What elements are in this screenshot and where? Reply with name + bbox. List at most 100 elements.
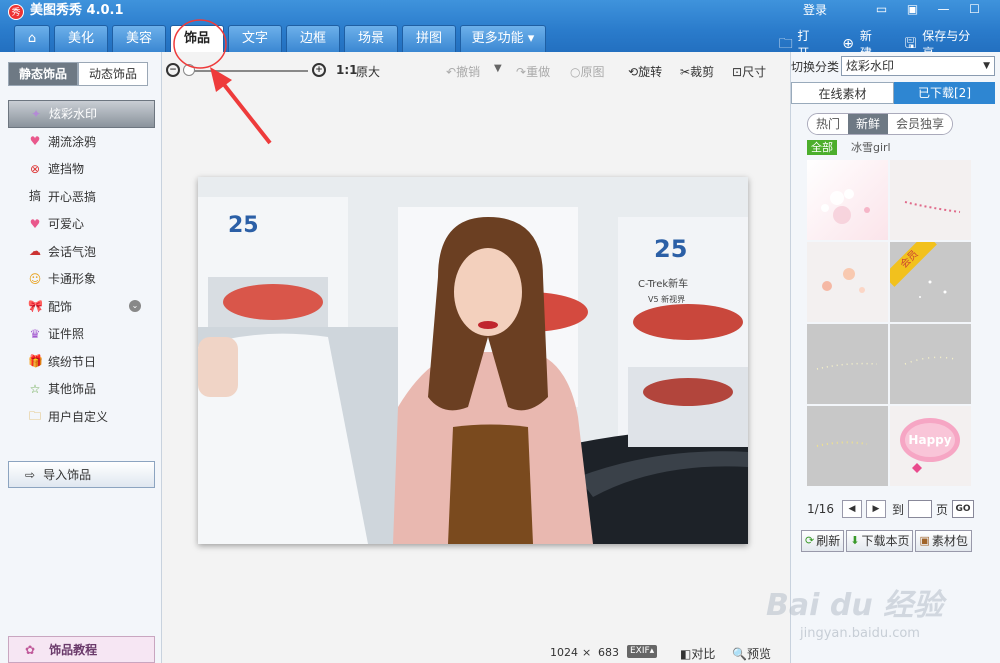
- paw-icon: ✿: [25, 642, 36, 657]
- skin-icon[interactable]: ▣: [901, 0, 924, 18]
- category-item[interactable]: 🗀 用户自定义: [8, 403, 155, 431]
- tab-6[interactable]: 场景: [344, 25, 398, 52]
- tab-2[interactable]: 美容: [112, 25, 166, 52]
- material-thumbnail[interactable]: 会员: [890, 242, 971, 322]
- tab-3[interactable]: 饰品: [170, 25, 224, 52]
- tab-5[interactable]: 边框: [286, 25, 340, 52]
- app-logo: 秀: [8, 4, 24, 20]
- material-grid: 会员 Happy: [807, 160, 971, 486]
- resize-button[interactable]: ⊡ 尺寸: [732, 63, 766, 80]
- category-item[interactable]: ☆ 其他饰品: [8, 375, 155, 403]
- category-label: 证件照: [48, 327, 85, 342]
- tab-online-materials[interactable]: 在线素材: [791, 82, 894, 104]
- material-thumbnail[interactable]: [807, 324, 888, 404]
- banner-sub: V5 新视界: [648, 294, 685, 304]
- preview-button[interactable]: 🔍预览: [732, 645, 771, 662]
- package-icon: ▣: [919, 534, 930, 547]
- photo-canvas[interactable]: 25 25 C-Trek新车 V5 新视界: [198, 177, 748, 544]
- category-item[interactable]: ☁ 会话气泡: [8, 238, 155, 266]
- accessory-type-tabs: 静态饰品 动态饰品: [8, 62, 148, 86]
- material-tabs: 在线素材 已下载[2]: [791, 82, 995, 104]
- redo-button[interactable]: ↷ 重做: [516, 63, 550, 80]
- zoom-in-icon[interactable]: +: [312, 63, 326, 77]
- category-icon: ☺: [28, 271, 42, 286]
- category-label: 会话气泡: [48, 244, 97, 259]
- maximize-icon[interactable]: ☐: [963, 0, 986, 18]
- plus-circle-icon: ⊕: [842, 36, 854, 52]
- prev-page-button[interactable]: ◀: [841, 500, 862, 518]
- next-page-button[interactable]: ▶: [865, 500, 886, 518]
- original-size-button[interactable]: 原大: [356, 63, 380, 80]
- times-sign: ×: [582, 646, 592, 659]
- tab-1[interactable]: 美化: [54, 25, 108, 52]
- zoom-out-icon[interactable]: −: [166, 63, 180, 77]
- accessory-tutorial-button[interactable]: ✿ 饰品教程: [8, 636, 155, 663]
- category-item[interactable]: ✦ 炫彩水印: [8, 100, 155, 128]
- category-label: 卡通形象: [48, 272, 97, 287]
- compare-button[interactable]: ◧对比: [680, 645, 715, 662]
- material-thumbnail[interactable]: [890, 160, 971, 240]
- circle-icon: ○: [570, 64, 581, 79]
- zoom-slider-knob[interactable]: [183, 64, 195, 76]
- tab-animated-accessories[interactable]: 动态饰品: [78, 62, 148, 86]
- refresh-button[interactable]: ⟳ 刷新: [801, 530, 845, 552]
- close-icon[interactable]: ✕: [994, 0, 1000, 18]
- category-label: 其他饰品: [48, 382, 97, 397]
- category-item[interactable]: 搞开心恶搞: [8, 183, 155, 211]
- category-label: 潮流涂鸦: [48, 134, 97, 149]
- material-package-button[interactable]: ▣ 素材包: [915, 530, 972, 552]
- undo-dropdown-icon[interactable]: ▼: [494, 63, 502, 74]
- baidu-watermark: Bai du 经验: [766, 588, 944, 623]
- tab-home[interactable]: ⌂: [14, 25, 50, 52]
- folder-icon: 🗀: [778, 36, 793, 52]
- pill-member-only[interactable]: 会员独享: [888, 114, 953, 134]
- tab-static-accessories[interactable]: 静态饰品: [8, 62, 78, 86]
- category-item[interactable]: 🎀 配饰 ⌄: [8, 293, 155, 321]
- tab-7[interactable]: 拼图: [402, 25, 456, 52]
- original-image-button[interactable]: ○ 原图: [570, 63, 605, 80]
- pill-new[interactable]: 新鲜: [848, 114, 889, 134]
- material-thumbnail[interactable]: Happy: [890, 406, 971, 486]
- tab-downloaded[interactable]: 已下载[2]: [894, 82, 995, 104]
- go-button[interactable]: GO: [951, 500, 974, 518]
- import-accessory-button[interactable]: ⇨ 导入饰品: [8, 461, 155, 488]
- category-label: 缤纷节日: [48, 354, 97, 369]
- minimize-icon[interactable]: —: [932, 0, 955, 18]
- goto-label: 到: [891, 502, 904, 517]
- category-item[interactable]: ♛ 证件照: [8, 320, 155, 348]
- crop-button[interactable]: ✂ 裁剪: [680, 63, 714, 80]
- category-item[interactable]: ♥ 可爱心: [8, 210, 155, 238]
- category-item[interactable]: 🎁 缤纷节日: [8, 348, 155, 376]
- download-page-button[interactable]: ⬇ 下载本页: [846, 530, 914, 552]
- login-link[interactable]: 登录: [803, 1, 827, 18]
- category-select[interactable]: 炫彩水印 ▼: [841, 56, 995, 76]
- happy-text: Happy: [908, 433, 951, 447]
- pager: 1/16 ◀ ▶ 到 页 GO: [807, 500, 974, 518]
- rotate-icon: ⟲: [628, 64, 639, 79]
- exif-button[interactable]: EXIF▴: [627, 645, 658, 658]
- tab-4[interactable]: 文字: [228, 25, 282, 52]
- material-thumbnail[interactable]: [890, 324, 971, 404]
- category-item[interactable]: ⊗ 遮挡物: [8, 155, 155, 183]
- zoom-slider[interactable]: [186, 70, 308, 72]
- category-label: 用户自定义: [48, 409, 109, 424]
- undo-button[interactable]: ↶ 撤销: [446, 63, 480, 80]
- material-thumbnail[interactable]: [807, 242, 888, 322]
- rotate-button[interactable]: ⟲ 旋转: [628, 63, 662, 80]
- category-item[interactable]: ♥ 潮流涂鸦: [8, 128, 155, 156]
- category-label: 开心恶搞: [48, 189, 97, 204]
- pill-hot[interactable]: 热门: [808, 114, 849, 134]
- category-item[interactable]: ☺ 卡通形象: [8, 265, 155, 293]
- tab-8[interactable]: 更多功能 ▾: [460, 25, 546, 52]
- banner-text: C-Trek新车: [638, 277, 688, 290]
- material-thumbnail[interactable]: [807, 160, 888, 240]
- page-input[interactable]: [907, 500, 932, 518]
- ratio-label[interactable]: 1:1: [336, 63, 358, 77]
- category-icon: 🎁: [28, 354, 43, 369]
- category-label: 遮挡物: [48, 162, 85, 177]
- filter-author-link[interactable]: 冰雪girl: [851, 140, 891, 155]
- filter-all-button[interactable]: 全部: [807, 140, 837, 155]
- expand-icon[interactable]: ⌄: [129, 299, 141, 312]
- material-thumbnail[interactable]: [807, 406, 888, 486]
- feedback-icon[interactable]: ▭: [870, 0, 893, 18]
